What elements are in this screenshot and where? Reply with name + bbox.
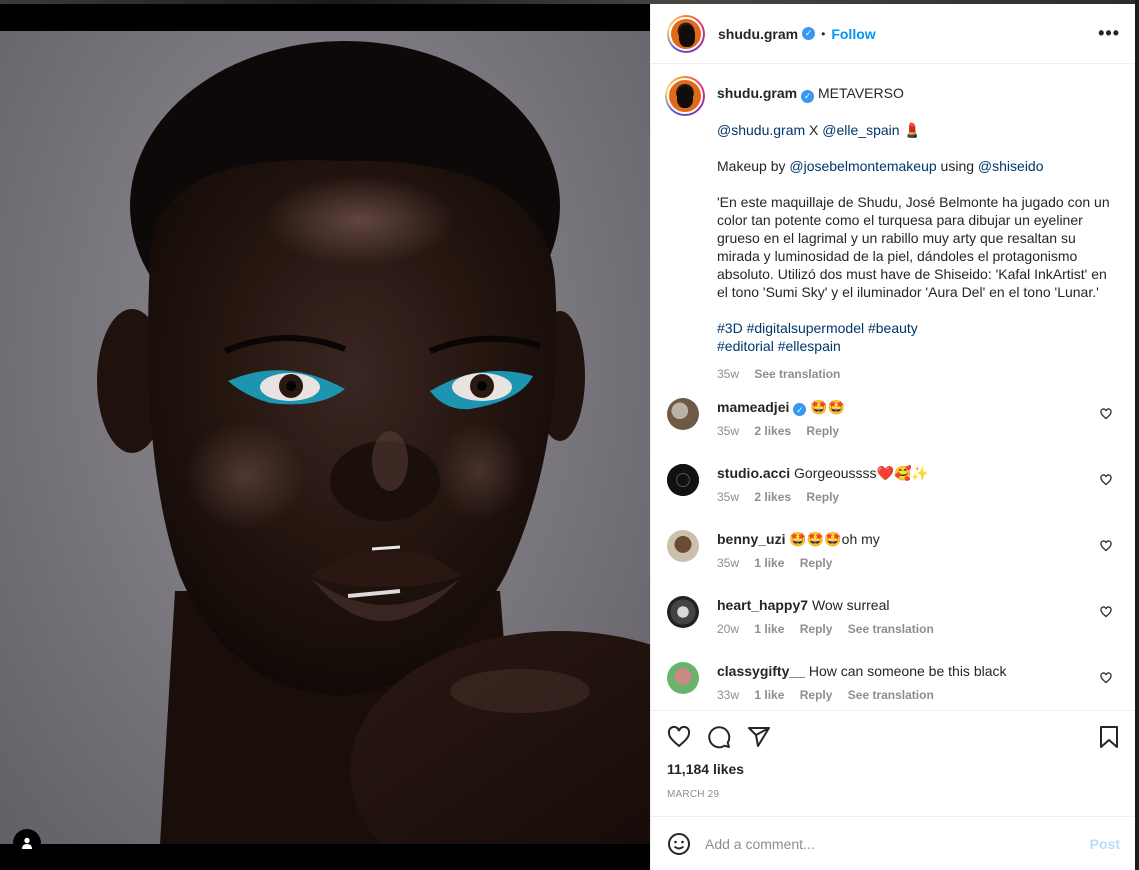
caption-text: X [805,121,823,138]
post-media [0,4,650,870]
verified-icon: ✓ [793,403,807,416]
comment-likes[interactable]: 2 likes [754,424,791,438]
separator-dot: • [821,26,826,41]
comment-time: 35w [717,489,740,504]
commenter-avatar[interactable] [667,529,699,562]
caption-body: 'En este maquillaje de Shudu, José Belmo… [717,193,1114,300]
comment-likes[interactable]: 1 like [754,688,784,702]
caption-title: METAVERSO [818,85,904,101]
comment-likes[interactable]: 1 like [754,556,784,570]
verified-icon: ✓ [801,89,815,103]
commenter-avatar[interactable] [667,595,699,628]
caption-avatar[interactable] [665,76,705,116]
backdrop-edge [1135,0,1139,870]
reply-button[interactable]: Reply [806,424,839,438]
likes-count[interactable]: 11,184 likes [667,761,1120,777]
mention-link[interactable]: @elle_spain [822,122,899,138]
share-icon[interactable] [747,725,771,749]
lipstick-emoji: 💄 [903,121,921,138]
caption: shudu.gram ✓ METAVERSO @shudu.gram X @ell… [665,76,1120,383]
comment-text: Wow surreal [811,596,890,613]
post-date: MARCH 29 [667,789,720,800]
reply-button[interactable]: Reply [806,490,839,504]
comment-time: 35w [717,424,740,438]
mention-link[interactable]: @shiseido [978,158,1044,174]
verified-icon: ✓ [802,27,816,40]
comment-likes[interactable]: 1 like [754,622,784,636]
hashtags-line[interactable]: #3D #digitalsupermodel #beauty [717,320,918,336]
comments-list[interactable]: shudu.gram ✓ METAVERSO @shudu.gram X @ell… [651,64,1136,709]
see-translation-link[interactable]: See translation [754,367,840,381]
comment-input[interactable]: Add a comment... [705,836,1090,852]
bookmark-icon[interactable] [1098,725,1120,749]
comment-item: heart_happy7 Wow surreal 20w 1 like Repl… [665,595,1120,647]
author-username[interactable]: shudu.gram [718,26,798,42]
commenter-username[interactable]: studio.acci [717,465,790,481]
author-avatar[interactable] [667,14,705,53]
comment-text: How can someone be this black [808,662,1007,679]
mention-link[interactable]: @josebelmontemakeup [789,158,936,174]
caption-text: Makeup by [717,157,790,174]
mention-link[interactable]: @shudu.gram [717,122,805,138]
comment-text: 🤩🤩 [810,398,846,415]
follow-button[interactable]: Follow [831,26,875,42]
commenter-username[interactable]: classygifty__ [717,663,805,679]
comment-item: classygifty__ How can someone be this bl… [665,661,1120,710]
commenter-avatar[interactable] [667,661,699,694]
post-photo [0,31,650,844]
comment-like-heart-icon[interactable] [1100,605,1112,621]
more-options-icon[interactable]: ••• [1098,23,1120,44]
comment-like-heart-icon[interactable] [1100,539,1112,555]
commenter-avatar[interactable] [667,397,699,430]
emoji-icon[interactable] [667,832,691,856]
commenter-avatar[interactable] [667,463,699,496]
commenter-username[interactable]: mameadjei [717,399,789,415]
comment-time: 33w [717,687,740,702]
post-details-panel: shudu.gram ✓ • Follow ••• shudu.gram ✓ ME… [650,4,1136,870]
reply-button[interactable]: Reply [800,688,833,702]
commenter-username[interactable]: benny_uzi [717,531,785,547]
comment-item: benny_uzi 🤩🤩🤩oh my 35w 1 like Reply [665,529,1120,581]
caption-text: using [936,157,978,174]
post-comment-button[interactable]: Post [1090,836,1120,852]
comment-item: studio.acci Gorgeoussss❤️🥰✨ 35w 2 likes … [665,463,1120,515]
comment-likes[interactable]: 2 likes [754,490,791,504]
hashtags-line[interactable]: #editorial #ellespain [717,338,841,354]
actions-bar: 11,184 likes MARCH 29 [651,710,1136,800]
comment-like-heart-icon[interactable] [1100,407,1112,423]
add-comment-bar: Add a comment... Post [651,816,1136,870]
comment-time: 35w [717,555,740,570]
comment-like-heart-icon[interactable] [1100,671,1112,687]
comment-text: Gorgeoussss❤️🥰✨ [794,464,929,481]
caption-username[interactable]: shudu.gram [717,85,797,101]
caption-meta: 35w See translation [717,365,1117,383]
comment-text: 🤩🤩🤩oh my [789,530,880,547]
see-translation-link[interactable]: See translation [848,688,934,702]
reply-button[interactable]: Reply [800,622,833,636]
portrait-illustration [97,41,650,844]
comment-item: mameadjei ✓ 🤩🤩 35w 2 likes Reply [665,397,1120,449]
commenter-username[interactable]: heart_happy7 [717,597,808,613]
user-tag-icon[interactable] [13,829,41,857]
heart-icon[interactable] [667,725,691,749]
caption-time: 35w [717,366,740,381]
reply-button[interactable]: Reply [800,556,833,570]
post-header: shudu.gram ✓ • Follow ••• [651,4,1136,64]
comment-time: 20w [717,621,740,636]
comment-like-heart-icon[interactable] [1100,473,1112,489]
see-translation-link[interactable]: See translation [848,622,934,636]
comment-icon[interactable] [707,725,731,749]
